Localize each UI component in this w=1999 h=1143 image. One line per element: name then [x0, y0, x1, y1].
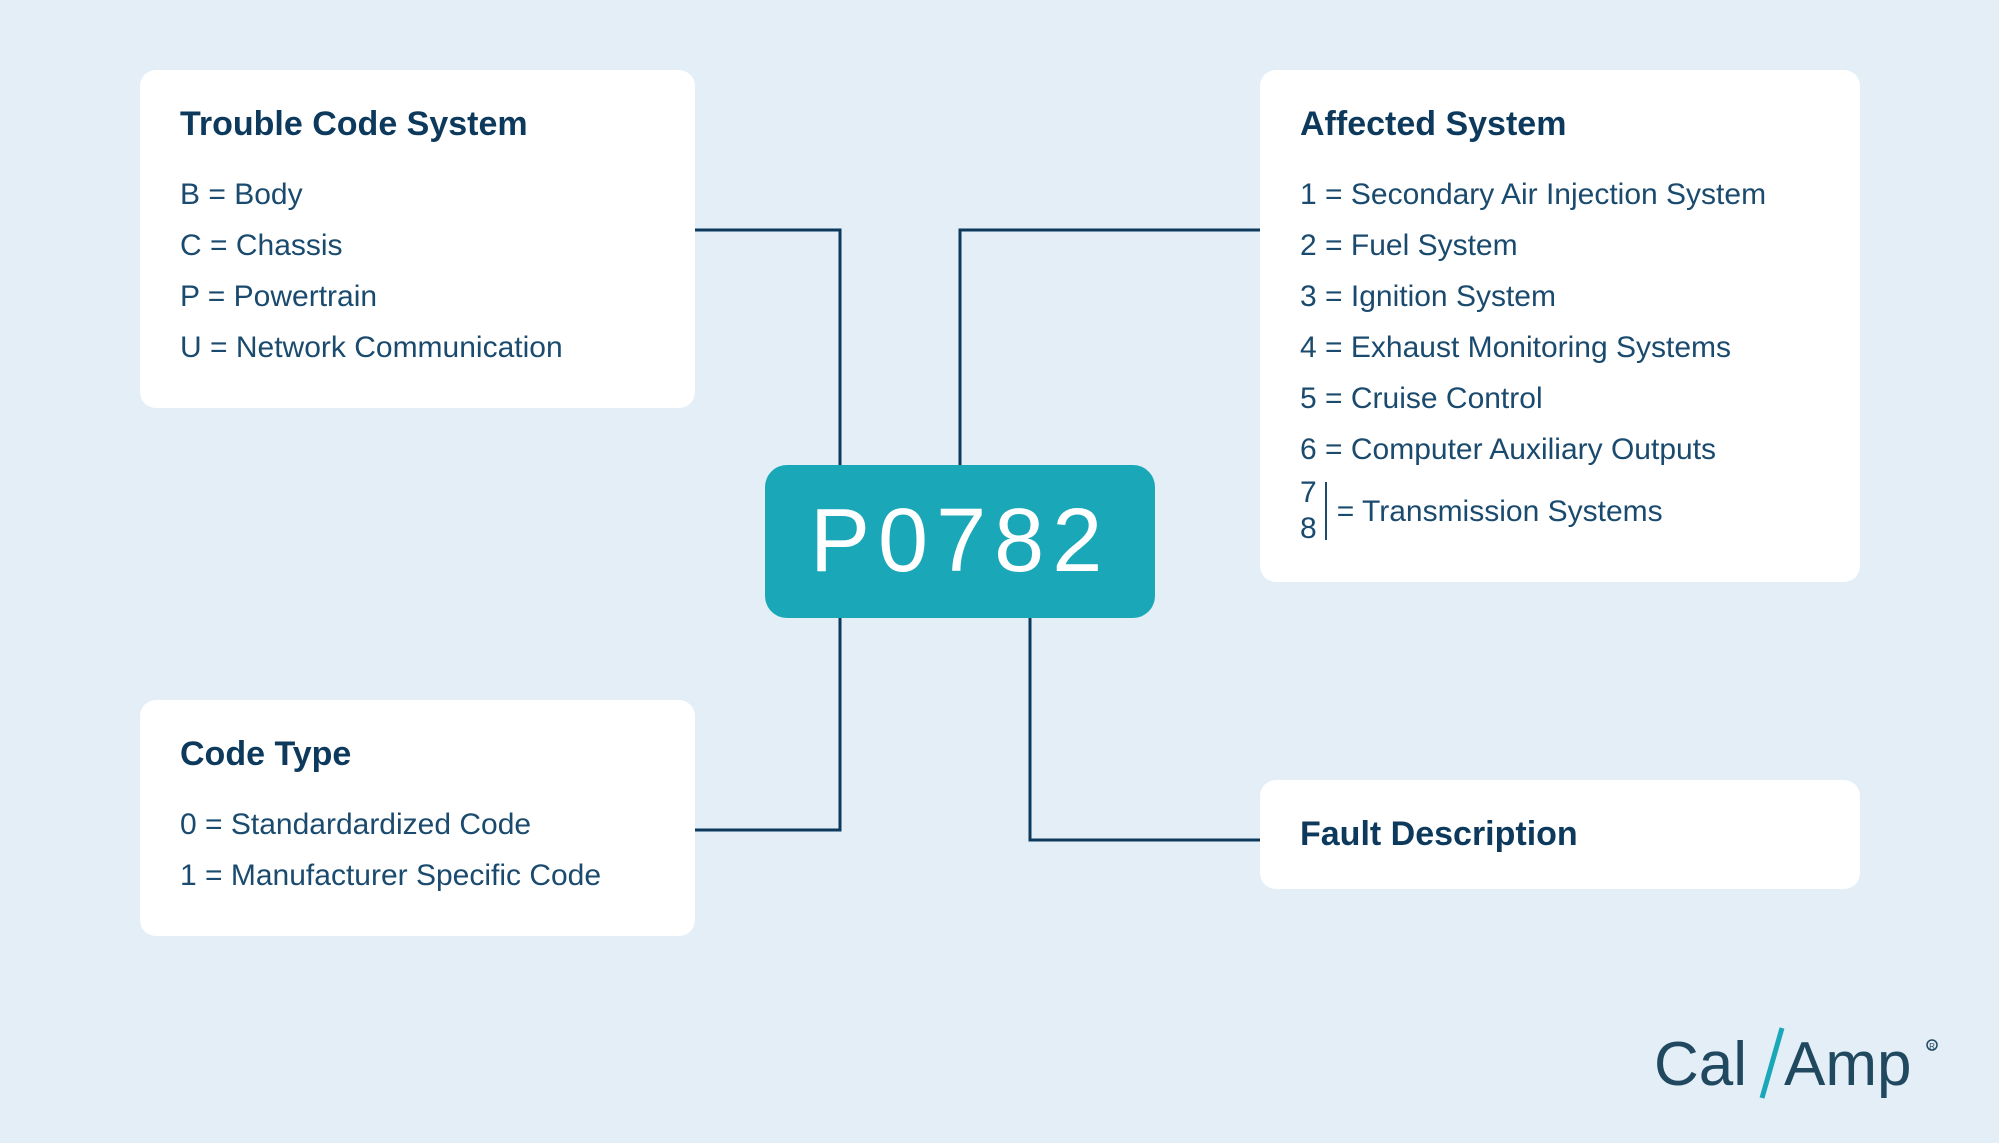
list-item: 5 = Cruise Control	[1300, 373, 1820, 424]
svg-text:R: R	[1929, 1042, 1935, 1051]
card-title: Code Type	[180, 735, 655, 774]
list-item: 3 = Ignition System	[1300, 271, 1820, 322]
list-item: 0 = Standardardized Code	[180, 799, 655, 850]
dtc-code: P0782	[765, 465, 1155, 618]
code-type-card: Code Type 0 = Standardardized Code 1 = M…	[140, 700, 695, 936]
list-item: C = Chassis	[180, 220, 655, 271]
list-item-combined: 7 8 = Transmission Systems	[1300, 475, 1663, 547]
card-title: Fault Description	[1300, 815, 1820, 854]
logo-part-2: Amp	[1784, 1030, 1911, 1099]
trouble-code-system-card: Trouble Code System B = Body C = Chassis…	[140, 70, 695, 408]
card-title: Affected System	[1300, 105, 1820, 144]
card-title: Trouble Code System	[180, 105, 655, 144]
affected-system-card: Affected System 1 = Secondary Air Inject…	[1260, 70, 1860, 582]
list-item: 1 = Secondary Air Injection System	[1300, 169, 1820, 220]
list-item: B = Body	[180, 169, 655, 220]
logo-part-1: Cal	[1654, 1030, 1747, 1099]
combined-num: 8	[1300, 511, 1317, 547]
list-item: P = Powertrain	[180, 271, 655, 322]
list-item: 1 = Manufacturer Specific Code	[180, 850, 655, 901]
list-item: 4 = Exhaust Monitoring Systems	[1300, 322, 1820, 373]
fault-description-card: Fault Description	[1260, 780, 1860, 889]
list-item: U = Network Communication	[180, 322, 655, 373]
list-item: 2 = Fuel System	[1300, 220, 1820, 271]
svg-text:Cal: Cal	[1654, 1030, 1747, 1099]
separator-bar	[1325, 482, 1327, 540]
combined-num: 7	[1300, 475, 1317, 511]
svg-text:Amp: Amp	[1784, 1030, 1911, 1099]
list-item: 6 = Computer Auxiliary Outputs	[1300, 424, 1820, 475]
calamp-logo: Cal Amp R	[1654, 1023, 1944, 1108]
combined-label: = Transmission Systems	[1337, 486, 1663, 537]
